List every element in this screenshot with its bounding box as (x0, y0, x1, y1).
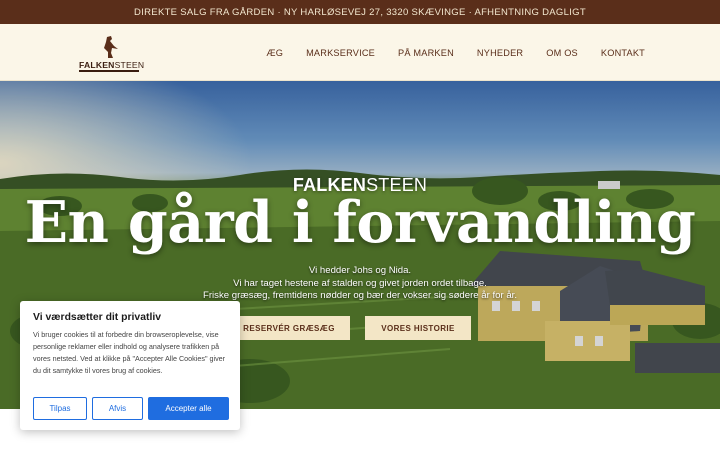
hero-subtitle-line: Vi har taget hestene af stalden og givet… (233, 277, 487, 289)
nav-item-aeg[interactable]: ÆG (266, 48, 283, 58)
cookie-title: Vi værdsætter dit privatliv (33, 312, 162, 323)
cookie-reject-button[interactable]: Afvis (92, 397, 143, 420)
cookie-customize-button[interactable]: Tilpas (33, 397, 87, 420)
nav-item-nyheder[interactable]: NYHEDER (477, 48, 523, 58)
cookie-accept-all-button[interactable]: Accepter alle (148, 397, 229, 420)
reserve-eggs-button[interactable]: RESERVÉR GRÆSÆG (228, 316, 350, 340)
hero-subtitle: Vi hedder Johs og Nida. Vi har taget hes… (0, 265, 720, 303)
announcement-bar: DIREKTE SALG FRA GÅRDEN · NY HARLØSEVEJ … (0, 0, 720, 24)
main-nav: ÆG MARKSERVICE PÅ MARKEN NYHEDER OM OS K… (266, 24, 645, 81)
cookie-buttons: Tilpas Afvis Accepter alle (33, 397, 229, 420)
nav-item-markservice[interactable]: MARKSERVICE (306, 48, 375, 58)
cookie-consent-dialog: Vi værdsætter dit privatliv Vi bruger co… (20, 301, 240, 430)
site-logo[interactable]: FALKENSTEEN (79, 35, 145, 72)
nav-item-kontakt[interactable]: KONTAKT (601, 48, 645, 58)
logo-wordmark: FALKENSTEEN (79, 60, 145, 70)
nav-item-paa-marken[interactable]: PÅ MARKEN (398, 48, 454, 58)
announcement-text: DIREKTE SALG FRA GÅRDEN · NY HARLØSEVEJ … (134, 6, 586, 18)
hero-title: En gård i forvandling (24, 189, 696, 256)
falcon-icon (104, 36, 118, 58)
our-story-button[interactable]: VORES HISTORIE (365, 316, 471, 340)
site-header: FALKENSTEEN ÆG MARKSERVICE PÅ MARKEN NYH… (0, 24, 720, 81)
hero-subtitle-line: Vi hedder Johs og Nida. (308, 265, 412, 276)
cookie-text: Vi bruger cookies til at forbedre din br… (33, 330, 226, 375)
logo-underline (79, 70, 139, 72)
nav-item-om-os[interactable]: OM OS (546, 48, 578, 58)
